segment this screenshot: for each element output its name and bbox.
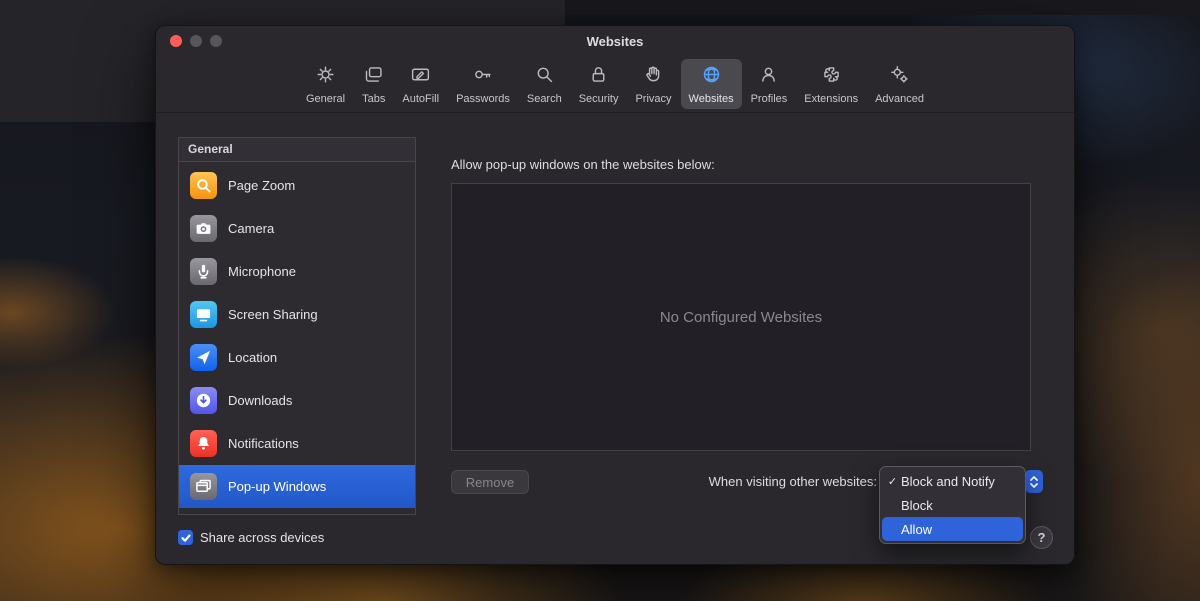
close-button[interactable] <box>170 35 182 47</box>
tab-advanced[interactable]: Advanced <box>867 59 932 109</box>
tab-profiles[interactable]: Profiles <box>743 59 796 109</box>
check-icon <box>181 533 191 543</box>
remove-button[interactable]: Remove <box>451 470 529 494</box>
minimize-button[interactable] <box>190 35 202 47</box>
tab-label: General <box>306 93 345 105</box>
menu-item-label: Block and Notify <box>901 474 995 489</box>
window-title: Websites <box>587 34 644 49</box>
key-icon <box>472 64 493 90</box>
camera-icon <box>190 215 217 242</box>
sidebar-item-notifications[interactable]: Notifications <box>179 422 415 465</box>
sidebar-item-label: Pop-up Windows <box>228 479 326 494</box>
sidebar-item-downloads[interactable]: Downloads <box>179 379 415 422</box>
tabs-icon <box>363 64 384 90</box>
sidebar-header: General <box>179 138 415 162</box>
tab-extensions[interactable]: Extensions <box>796 59 866 109</box>
tab-label: Privacy <box>635 93 671 105</box>
configured-websites-list[interactable]: No Configured Websites <box>451 183 1031 451</box>
sidebar-item-label: Microphone <box>228 264 296 279</box>
settings-toolbar: General Tabs AutoFill Passwords Search S <box>156 56 1074 113</box>
menu-item-block[interactable]: Block <box>882 493 1023 517</box>
tab-label: Security <box>579 93 619 105</box>
popup-button-chevrons[interactable] <box>1025 470 1043 493</box>
menu-item-allow[interactable]: Allow <box>882 517 1023 541</box>
tab-label: Advanced <box>875 93 924 105</box>
location-arrow-icon <box>190 344 217 371</box>
menu-item-label: Allow <box>901 522 932 537</box>
sidebar-item-label: Location <box>228 350 277 365</box>
sidebar-item-label: Screen Sharing <box>228 307 318 322</box>
zoom-button[interactable] <box>210 35 222 47</box>
help-button[interactable]: ? <box>1030 526 1053 549</box>
websites-sidebar: General Page Zoom Camera Microphone <box>178 137 416 515</box>
sidebar-item-page-zoom[interactable]: Page Zoom <box>179 164 415 207</box>
when-visiting-label: When visiting other websites: <box>576 474 877 489</box>
tab-label: Websites <box>689 93 734 105</box>
sidebar-item-location[interactable]: Location <box>179 336 415 379</box>
tab-privacy[interactable]: Privacy <box>627 59 679 109</box>
tab-label: Profiles <box>751 93 788 105</box>
gear-icon <box>315 64 336 90</box>
traffic-lights <box>170 35 222 47</box>
menu-item-label: Block <box>901 498 933 513</box>
double-gear-icon <box>889 64 910 90</box>
sidebar-item-label: Downloads <box>228 393 292 408</box>
share-across-devices-checkbox[interactable] <box>178 530 193 545</box>
websites-pane: General Page Zoom Camera Microphone <box>156 113 1074 564</box>
screen: Websites General Tabs AutoFill Passwords <box>0 0 1200 601</box>
downloads-icon <box>190 387 217 414</box>
tab-websites[interactable]: Websites <box>681 59 742 109</box>
page-zoom-icon <box>190 172 217 199</box>
tab-general[interactable]: General <box>298 59 353 109</box>
chevron-up-down-icon <box>1029 475 1039 489</box>
safari-settings-window: Websites General Tabs AutoFill Passwords <box>155 25 1075 565</box>
menu-item-block-and-notify[interactable]: ✓ Block and Notify <box>882 469 1023 493</box>
tab-label: AutoFill <box>402 93 439 105</box>
tab-label: Extensions <box>804 93 858 105</box>
tab-label: Tabs <box>362 93 385 105</box>
tab-security[interactable]: Security <box>571 59 627 109</box>
checkmark-icon: ✓ <box>886 475 899 488</box>
hand-icon <box>643 64 664 90</box>
when-visiting-dropdown-menu: ✓ Block and Notify Block Allow <box>879 466 1026 544</box>
empty-state-text: No Configured Websites <box>660 309 822 326</box>
sidebar-item-popup-windows[interactable]: Pop-up Windows <box>179 465 415 508</box>
tab-autofill[interactable]: AutoFill <box>394 59 447 109</box>
sidebar-item-label: Notifications <box>228 436 299 451</box>
person-icon <box>758 64 779 90</box>
autofill-pen-icon <box>410 64 431 90</box>
sidebar-item-screen-sharing[interactable]: Screen Sharing <box>179 293 415 336</box>
allow-popups-label: Allow pop-up windows on the websites bel… <box>451 157 715 172</box>
bell-icon <box>190 430 217 457</box>
sidebar-list: Page Zoom Camera Microphone Screen Shari… <box>179 162 415 514</box>
globe-icon <box>701 64 722 90</box>
titlebar: Websites <box>156 26 1074 56</box>
share-across-devices-label: Share across devices <box>200 530 324 545</box>
tab-tabs[interactable]: Tabs <box>354 59 393 109</box>
sidebar-item-label: Camera <box>228 221 274 236</box>
screen-sharing-icon <box>190 301 217 328</box>
sidebar-item-camera[interactable]: Camera <box>179 207 415 250</box>
tab-search[interactable]: Search <box>519 59 570 109</box>
popup-windows-icon <box>190 473 217 500</box>
tab-label: Passwords <box>456 93 510 105</box>
search-icon <box>534 64 555 90</box>
share-across-devices-row: Share across devices <box>178 530 324 545</box>
lock-icon <box>588 64 609 90</box>
microphone-icon <box>190 258 217 285</box>
tab-passwords[interactable]: Passwords <box>448 59 518 109</box>
sidebar-item-label: Page Zoom <box>228 178 295 193</box>
tab-label: Search <box>527 93 562 105</box>
puzzle-icon <box>821 64 842 90</box>
sidebar-item-microphone[interactable]: Microphone <box>179 250 415 293</box>
